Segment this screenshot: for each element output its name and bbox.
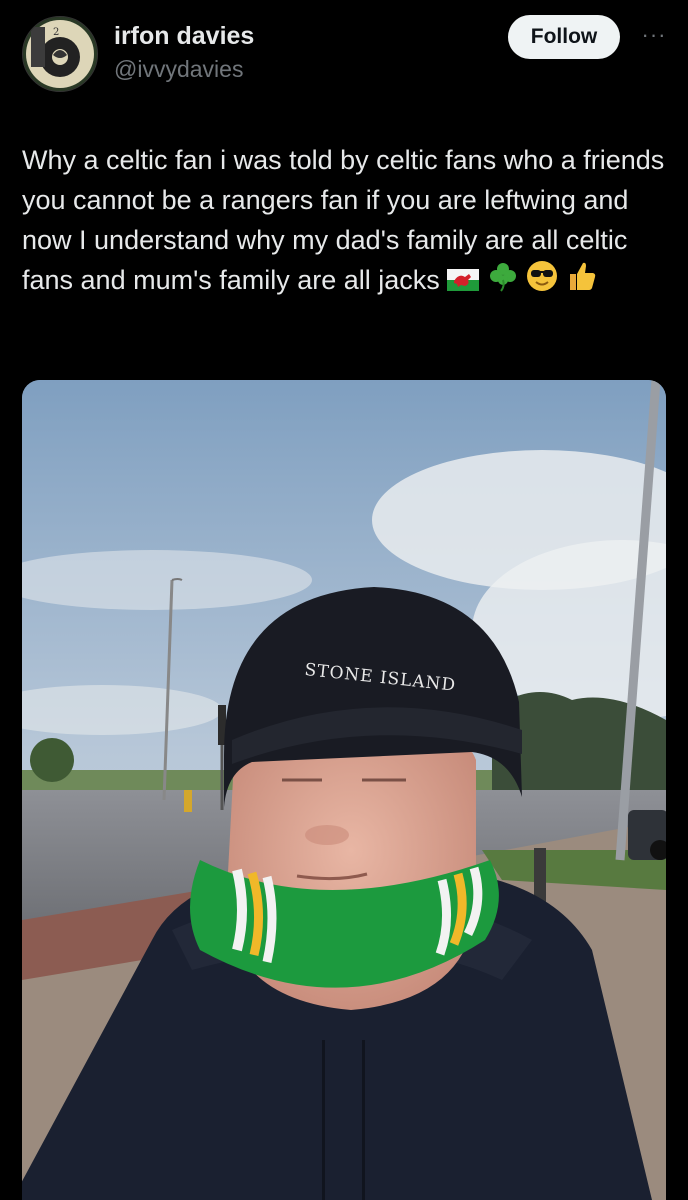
shamrock-icon [487,260,519,303]
thumbs-up-icon [566,260,598,303]
more-options-icon[interactable]: ··· [634,22,674,52]
tweet-text: Why a celtic fan i was told by celtic fa… [22,140,672,303]
tweet-photo[interactable]: STONE ISLAND [22,380,666,1200]
avatar[interactable]: 2 [22,16,98,92]
avatar-image: 2 [23,17,97,91]
svg-text:2: 2 [53,27,59,38]
selfie-photo: STONE ISLAND [22,380,666,1200]
follow-button[interactable]: Follow [508,15,620,59]
author-name[interactable]: irfon davies [114,22,254,51]
welsh-flag-icon [447,262,480,302]
sunglasses-face-icon [526,260,558,303]
author-handle[interactable]: @ivvydavies [114,56,243,83]
tweet-header: 2 irfon davies @ivvydavies Follow ··· [0,0,688,110]
